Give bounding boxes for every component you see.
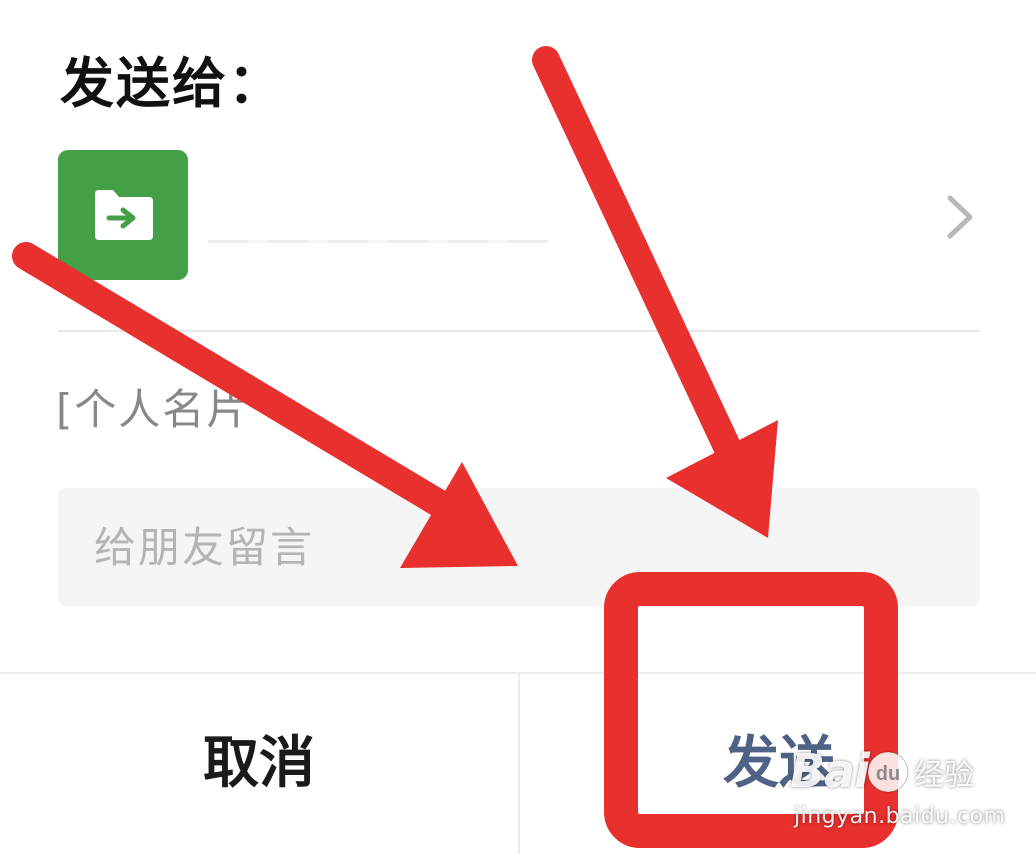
recipient-name-redacted bbox=[208, 240, 548, 243]
recipient-avatar bbox=[58, 150, 188, 280]
cancel-button[interactable]: 取消 bbox=[0, 674, 518, 854]
share-dialog: 发送给： [个人名片 取消 发送 bbox=[0, 0, 1036, 854]
shared-content-preview: [个人名片 bbox=[56, 385, 251, 434]
message-input[interactable] bbox=[58, 488, 980, 606]
folder-transfer-icon bbox=[95, 190, 153, 240]
send-button[interactable]: 发送 bbox=[520, 674, 1036, 854]
chevron-right-icon[interactable] bbox=[940, 192, 980, 242]
divider bbox=[58, 330, 980, 332]
recipient-row[interactable] bbox=[58, 150, 980, 284]
recipient-name bbox=[208, 220, 548, 250]
dialog-title: 发送给： bbox=[60, 52, 284, 115]
